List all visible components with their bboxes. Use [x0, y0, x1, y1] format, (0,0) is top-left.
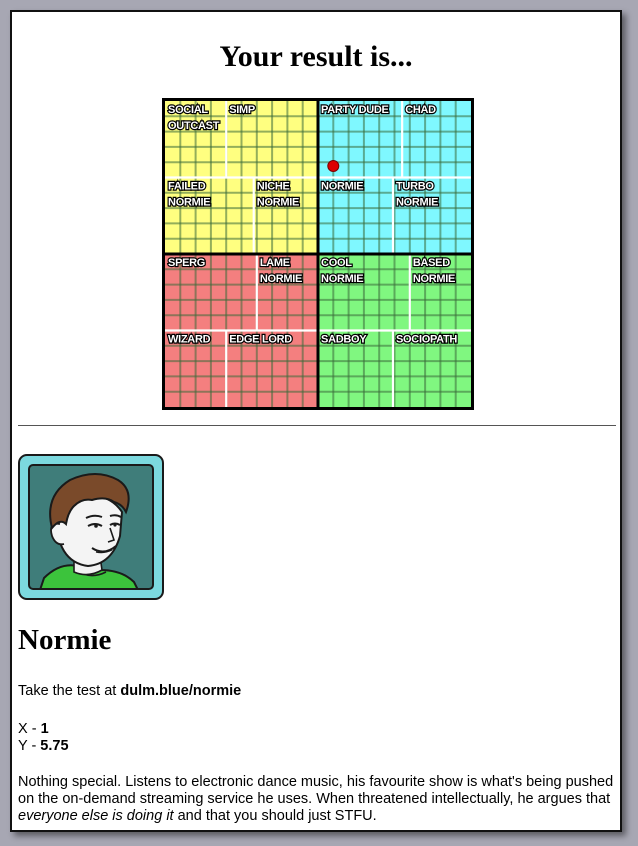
page-title: Your result is... — [219, 40, 413, 73]
avatar — [18, 454, 164, 600]
cell-label-wizard: WIZARD — [168, 334, 211, 346]
result-card: Your result is... SOCIAL OUTCAST SIMP PARTY… — [10, 10, 622, 832]
y-label: Y - — [18, 738, 41, 754]
result-grid-chart: SOCIAL OUTCAST SIMP PARTY DUDE CHAD FAILED NOR… — [162, 98, 474, 410]
cell-label-failed-normie: NORMIE — [168, 197, 210, 209]
coordinates: X - 1Y - 5.75 — [18, 721, 69, 755]
result-point — [327, 160, 340, 173]
cell-label-edge-lord: EDGE LORD — [229, 334, 292, 346]
y-value: 5.75 — [40, 738, 69, 754]
cell-label-cool-normie: COOL — [321, 257, 352, 269]
result-grid-svg: SOCIAL OUTCAST SIMP PARTY DUDE CHAD FAILED NOR… — [162, 98, 474, 410]
cell-label-lame-normie: NORMIE — [260, 273, 302, 285]
description-emphasis: everyone else is doing it — [18, 808, 174, 824]
cell-label-niche-normie: NORMIE — [257, 197, 299, 209]
cell-label-simp: SIMP — [229, 104, 255, 116]
cell-label-turbo-normie: NORMIE — [396, 197, 438, 209]
cell-label-cool-normie: NORMIE — [321, 273, 363, 285]
avatar-background — [28, 464, 154, 590]
result-description: Nothing special. Listens to electronic d… — [18, 774, 620, 825]
test-prefix: Take the test at — [18, 683, 121, 699]
description-part-1: Nothing special. Listens to electronic d… — [18, 774, 614, 807]
cell-label-social-outcast: OUTCAST — [168, 120, 220, 132]
result-name: Normie — [18, 624, 112, 656]
cell-label-sociopath: SOCIOPATH — [396, 334, 457, 346]
cell-label-chad: CHAD — [405, 104, 436, 116]
cell-label-sperg: SPERG — [168, 257, 205, 269]
x-label: X - — [18, 721, 41, 737]
cell-label-niche-normie: NICHE — [257, 181, 290, 193]
divider — [18, 425, 616, 426]
test-link[interactable]: dulm.blue/normie — [120, 683, 241, 699]
cell-label-normie: NORMIE — [321, 181, 363, 193]
test-link-line: Take the test at dulm.blue/normie — [18, 683, 241, 700]
x-value: 1 — [40, 721, 49, 737]
cell-label-based-normie: BASED — [413, 257, 450, 269]
normie-face-icon — [39, 473, 139, 588]
description-part-2: and that you should just STFU. — [173, 808, 377, 824]
cell-label-sadboy: SADBOY — [321, 334, 367, 346]
cell-label-social-outcast: SOCIAL — [168, 104, 208, 116]
cell-label-party-dude: PARTY DUDE — [321, 104, 389, 116]
cell-label-turbo-normie: TURBO — [396, 181, 434, 193]
cell-label-lame-normie: LAME — [260, 257, 290, 269]
cell-label-failed-normie: FAILED — [168, 181, 206, 193]
cell-label-based-normie: NORMIE — [413, 273, 455, 285]
